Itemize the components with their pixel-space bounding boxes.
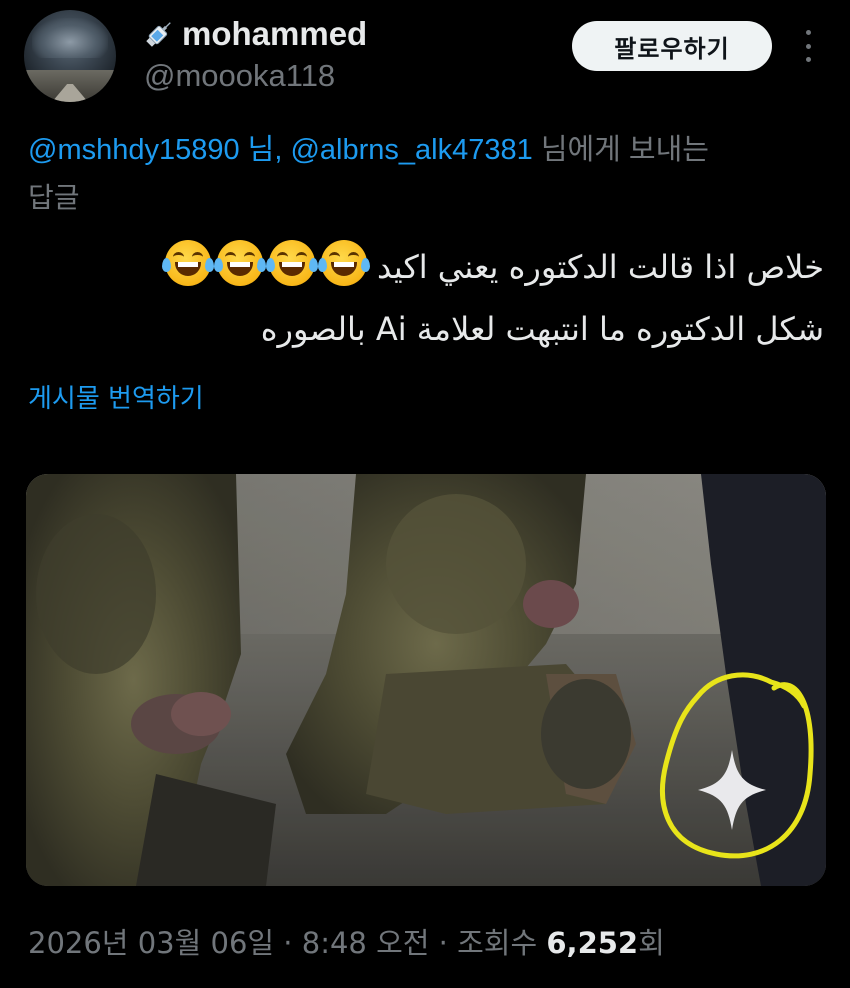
face-with-tears-of-joy-icon bbox=[318, 240, 370, 286]
face-with-tears-of-joy-icon bbox=[266, 240, 318, 286]
meta-separator: · bbox=[429, 926, 458, 960]
reply-mention-1[interactable]: @mshhdy15890 bbox=[28, 134, 240, 166]
views-count[interactable]: 6,252 bbox=[546, 926, 638, 960]
reply-context: @mshhdy15890 님, @albrns_alk47381 님에게 보내는 bbox=[28, 126, 709, 168]
tweet-date[interactable]: 2026년 03월 06일 bbox=[28, 926, 274, 960]
tweet-line-2: شكل الدكتوره ما انتبهت لعلامة Ai بالصوره bbox=[260, 310, 824, 348]
reply-context-line2: 답글 bbox=[28, 181, 80, 214]
tweet-line-1: خلاص اذا قالت الدكتوره يعني اكيد bbox=[44, 236, 824, 298]
tweet-meta: 2026년 03월 06일 · 8:48 오전 · 조회수 6,252회 bbox=[28, 920, 665, 962]
user-name-row[interactable]: mohammed bbox=[142, 14, 367, 54]
syringe-icon bbox=[142, 17, 176, 51]
tweet-text: خلاص اذا قالت الدكتوره يعني اكيد شكل الد… bbox=[44, 236, 824, 360]
emoji-group bbox=[162, 240, 370, 286]
tweet-media-image[interactable] bbox=[26, 474, 826, 886]
reply-mention-2[interactable]: @albrns_alk47381 bbox=[290, 134, 532, 166]
meta-separator: · bbox=[274, 926, 302, 960]
follow-button[interactable]: 팔로우하기 bbox=[572, 21, 772, 71]
tweet-line-1-text: خلاص اذا قالت الدكتوره يعني اكيد bbox=[377, 248, 824, 286]
translate-post-link[interactable]: 게시물 번역하기 bbox=[28, 378, 204, 415]
face-with-tears-of-joy-icon bbox=[214, 240, 266, 286]
tweet-time[interactable]: 8:48 오전 bbox=[302, 926, 430, 960]
face-with-tears-of-joy-icon bbox=[162, 240, 214, 286]
views-suffix: 회 bbox=[638, 926, 665, 960]
reply-suffix: 님에게 보내는 bbox=[532, 134, 709, 166]
views-label: 조회수 bbox=[457, 926, 547, 960]
user-handle[interactable]: @moooka118 bbox=[144, 58, 335, 94]
avatar-sky bbox=[32, 18, 108, 58]
reply-separator: 님, bbox=[239, 134, 291, 166]
display-name[interactable]: mohammed bbox=[182, 15, 367, 53]
more-options-icon[interactable] bbox=[796, 30, 820, 62]
avatar[interactable] bbox=[24, 10, 116, 102]
